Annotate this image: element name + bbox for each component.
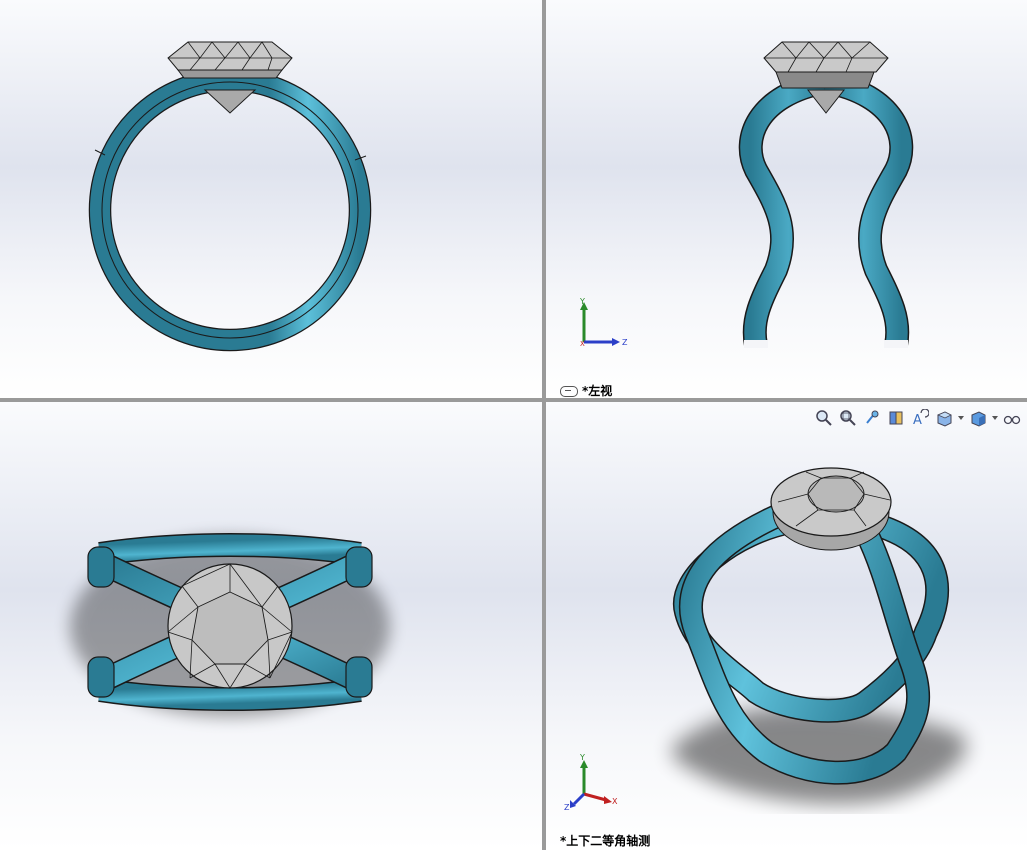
gem-pavilion <box>203 89 257 114</box>
axis-x-label: X <box>612 797 618 806</box>
axis-triad: Y Z X <box>574 298 634 348</box>
ring-top-view <box>70 533 390 717</box>
viewport-iso[interactable]: A Y X Z *上下二等角轴测 <box>546 402 1027 850</box>
view-name-text: *上下二等角轴测 <box>560 834 651 848</box>
band-top <box>98 534 362 565</box>
band-right <box>823 71 912 348</box>
gem-crown <box>167 41 293 71</box>
axis-y-label: Y <box>579 753 585 762</box>
view-name-label: *左视 <box>560 382 612 398</box>
ring-front-view <box>88 41 372 352</box>
band-bottom <box>98 679 362 710</box>
axis-z-label: Z <box>564 803 570 812</box>
ring-band <box>90 70 370 350</box>
link-view-icon[interactable] <box>560 386 578 397</box>
viewport-left[interactable]: Y Z X *左视 <box>546 0 1027 398</box>
viewport-splitter-vertical[interactable] <box>542 0 546 850</box>
viewport-front[interactable] <box>0 0 542 398</box>
axis-triad-iso: Y X Z <box>562 752 622 812</box>
axis-x-label: X <box>580 340 585 348</box>
axis-z-label: Z <box>622 338 628 347</box>
view-name-text: *左视 <box>582 384 613 398</box>
viewport-top[interactable] <box>0 402 542 850</box>
view-name-label-iso: *上下二等角轴测 <box>560 832 650 849</box>
axis-y-label: Y <box>579 298 585 306</box>
gem-crown <box>763 41 889 73</box>
band-left <box>740 71 829 348</box>
viewport-splitter-horizontal[interactable] <box>0 398 1027 402</box>
gem-girdle <box>775 71 875 89</box>
